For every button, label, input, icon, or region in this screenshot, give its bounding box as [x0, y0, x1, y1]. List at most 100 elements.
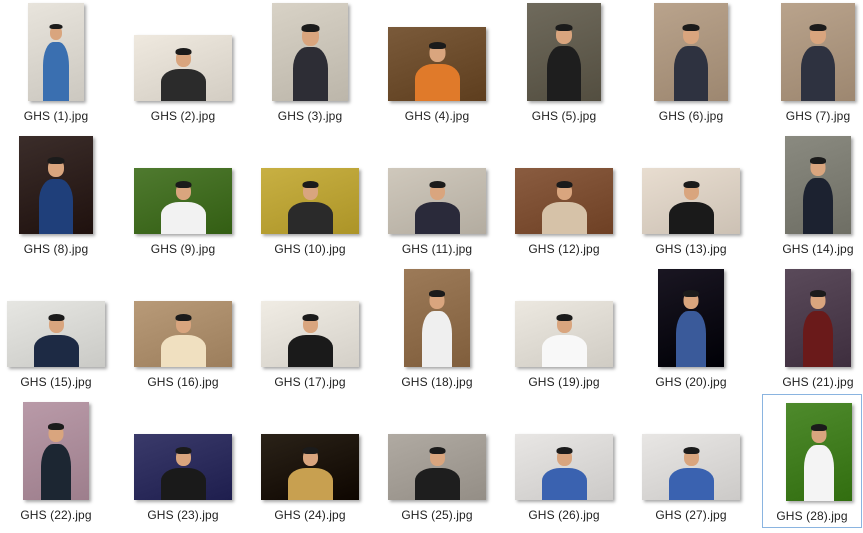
file-name-label: GHS (10).jpg	[274, 242, 346, 256]
file-name-label: GHS (11).jpg	[401, 242, 473, 256]
person-figure	[160, 47, 206, 101]
file-item[interactable]: GHS (7).jpg	[768, 2, 863, 134]
file-name-label: GHS (3).jpg	[277, 109, 343, 123]
file-item[interactable]: GHS (24).jpg	[260, 401, 360, 533]
person-figure	[541, 180, 587, 234]
file-item[interactable]: GHS (9).jpg	[133, 135, 233, 267]
thumbnail-slot	[641, 2, 741, 102]
file-item[interactable]: GHS (12).jpg	[514, 135, 614, 267]
hair	[175, 48, 191, 55]
photo-thumbnail-icon	[781, 3, 855, 101]
file-name-label: GHS (26).jpg	[528, 508, 600, 522]
photo-thumbnail-icon	[404, 269, 470, 367]
thumbnail-slot	[387, 401, 487, 501]
hair	[683, 447, 699, 454]
torso	[541, 335, 587, 367]
file-name-label: GHS (23).jpg	[147, 508, 219, 522]
file-name-label: GHS (18).jpg	[401, 375, 473, 389]
file-item[interactable]: GHS (19).jpg	[514, 268, 614, 400]
file-item[interactable]: GHS (26).jpg	[514, 401, 614, 533]
file-item[interactable]: GHS (11).jpg	[387, 135, 487, 267]
thumbnail-slot	[133, 268, 233, 368]
person-figure	[676, 287, 706, 367]
person-figure	[541, 446, 587, 500]
person-figure	[287, 180, 333, 234]
file-name-label: GHS (1).jpg	[23, 109, 89, 123]
photo-thumbnail-icon	[515, 434, 613, 500]
thumbnail-slot	[769, 402, 863, 502]
file-item[interactable]: GHS (4).jpg	[387, 2, 487, 134]
file-name-label: GHS (12).jpg	[528, 242, 600, 256]
file-item[interactable]: GHS (23).jpg	[133, 401, 233, 533]
hair	[302, 447, 318, 454]
file-item[interactable]: GHS (3).jpg	[260, 2, 360, 134]
file-item[interactable]: GHS (20).jpg	[641, 268, 741, 400]
hair	[682, 24, 700, 31]
file-name-label: GHS (14).jpg	[782, 242, 854, 256]
file-item[interactable]: GHS (2).jpg	[133, 2, 233, 134]
file-item[interactable]: GHS (28).jpg	[762, 394, 862, 528]
file-item[interactable]: GHS (14).jpg	[768, 135, 863, 267]
photo-thumbnail-icon	[785, 269, 851, 367]
person-figure	[422, 287, 452, 367]
file-item[interactable]: GHS (16).jpg	[133, 268, 233, 400]
file-item[interactable]: GHS (18).jpg	[387, 268, 487, 400]
thumbnail-slot	[6, 268, 106, 368]
file-name-label: GHS (25).jpg	[401, 508, 473, 522]
photo-thumbnail-icon	[642, 168, 740, 234]
photo-thumbnail-icon	[658, 269, 724, 367]
person-figure	[668, 446, 714, 500]
thumbnail-slot	[6, 401, 106, 501]
person-figure	[668, 180, 714, 234]
file-name-label: GHS (19).jpg	[528, 375, 600, 389]
person-figure	[414, 180, 460, 234]
file-item[interactable]: GHS (25).jpg	[387, 401, 487, 533]
file-item[interactable]: GHS (1).jpg	[6, 2, 106, 134]
torso	[287, 468, 333, 500]
file-name-label: GHS (13).jpg	[655, 242, 727, 256]
file-name-label: GHS (27).jpg	[655, 508, 727, 522]
file-item[interactable]: GHS (5).jpg	[514, 2, 614, 134]
hair	[810, 290, 826, 297]
torso	[676, 311, 706, 367]
torso	[33, 335, 79, 367]
photo-thumbnail-icon	[23, 402, 89, 500]
thumbnail-slot	[260, 135, 360, 235]
person-figure	[414, 446, 460, 500]
thumbnail-slot	[387, 268, 487, 368]
torso	[160, 335, 206, 367]
file-name-label: GHS (15).jpg	[20, 375, 92, 389]
file-item[interactable]: GHS (10).jpg	[260, 135, 360, 267]
torso	[674, 46, 708, 101]
hair	[175, 181, 191, 188]
photo-thumbnail-icon	[261, 301, 359, 367]
torso	[547, 46, 581, 101]
thumbnail-slot	[641, 135, 741, 235]
file-item[interactable]: GHS (17).jpg	[260, 268, 360, 400]
photo-thumbnail-icon	[785, 136, 851, 234]
file-item[interactable]: GHS (6).jpg	[641, 2, 741, 134]
thumbnail-slot	[387, 2, 487, 102]
file-item[interactable]: GHS (21).jpg	[768, 268, 863, 400]
hair	[47, 157, 65, 164]
file-item[interactable]: GHS (27).jpg	[641, 401, 741, 533]
torso	[287, 202, 333, 234]
photo-thumbnail-icon	[654, 3, 728, 101]
file-item[interactable]: GHS (15).jpg	[6, 268, 106, 400]
file-item[interactable]: GHS (13).jpg	[641, 135, 741, 267]
person-figure	[43, 21, 69, 101]
torso	[668, 202, 714, 234]
photo-thumbnail-icon	[515, 168, 613, 234]
torso	[668, 468, 714, 500]
file-item[interactable]: GHS (22).jpg	[6, 401, 106, 533]
person-figure	[41, 420, 71, 500]
file-item[interactable]: GHS (8).jpg	[6, 135, 106, 267]
hair	[49, 24, 63, 29]
hair	[301, 24, 319, 32]
torso	[414, 202, 460, 234]
file-name-label: GHS (5).jpg	[531, 109, 597, 123]
file-name-label: GHS (22).jpg	[20, 508, 92, 522]
thumbnail-slot	[641, 401, 741, 501]
thumbnail-slot	[133, 135, 233, 235]
thumbnail-slot	[768, 268, 863, 368]
